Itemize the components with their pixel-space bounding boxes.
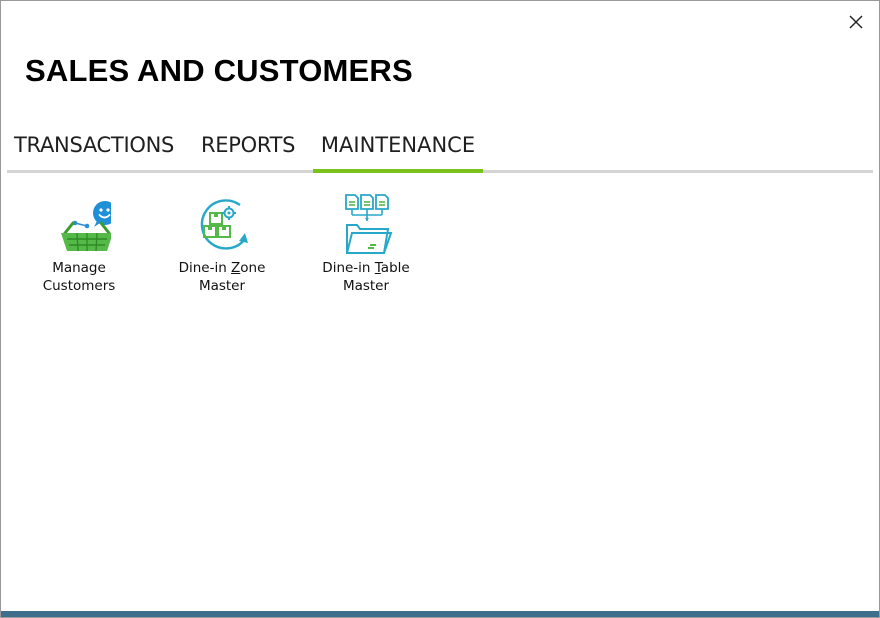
zone-master-icon: [190, 193, 254, 257]
tab-maintenance[interactable]: MAINTENANCE: [313, 127, 483, 173]
window-bottom-bar: [1, 611, 879, 617]
tab-bar: TRANSACTIONS REPORTS MAINTENANCE: [7, 127, 873, 173]
tab-label: MAINTENANCE: [320, 133, 476, 157]
label-text: Dine-in: [178, 260, 232, 276]
label-line: Master: [198, 278, 246, 294]
dine-in-zone-master-tile[interactable]: Dine-in Zone Master: [162, 193, 282, 295]
dine-in-table-master-label: Dine-in Table Master: [306, 259, 426, 295]
dine-in-zone-master-label: Dine-in Zone Master: [162, 259, 282, 295]
table-master-icon: [334, 193, 398, 257]
close-icon: [849, 15, 863, 29]
label-text: Dine-in: [322, 260, 375, 276]
tab-transactions[interactable]: TRANSACTIONS: [14, 127, 174, 170]
tab-reports[interactable]: REPORTS: [201, 127, 295, 170]
page-title: SALES AND CUSTOMERS: [25, 53, 413, 88]
mnemonic-key: Z: [231, 260, 241, 276]
close-button[interactable]: [845, 11, 867, 33]
customer-basket-icon: [47, 193, 117, 257]
manage-customers-label: Manage Customers: [19, 259, 139, 295]
manage-customers-tile[interactable]: Manage Customers: [19, 193, 139, 295]
tab-label: TRANSACTIONS: [14, 133, 175, 157]
label-line: Master: [342, 278, 390, 294]
tab-label: REPORTS: [201, 133, 296, 157]
label-text: one: [240, 260, 266, 276]
label-line: Customers: [42, 278, 116, 294]
label-text: able: [380, 260, 410, 276]
label-line: Manage: [52, 260, 106, 276]
dine-in-table-master-tile[interactable]: Dine-in Table Master: [306, 193, 426, 295]
sales-and-customers-window: SALES AND CUSTOMERS TRANSACTIONS REPORTS…: [0, 0, 880, 618]
